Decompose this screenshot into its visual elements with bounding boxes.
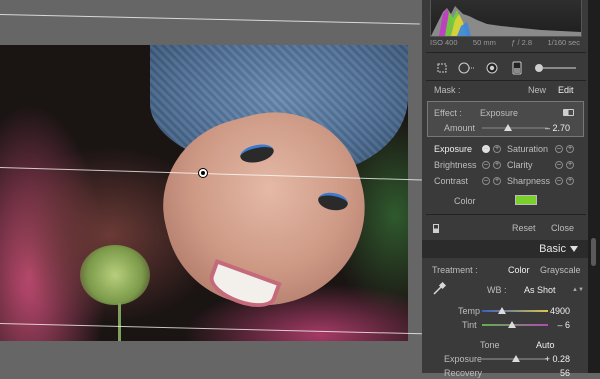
tint-row: Tint – 6 xyxy=(430,319,580,331)
graduated-filter-pin[interactable] xyxy=(198,168,208,178)
clarity-minus-button[interactable]: – xyxy=(555,161,563,169)
effect-dropdown[interactable]: Exposure xyxy=(480,108,518,118)
spot-removal-icon[interactable] xyxy=(457,61,477,75)
adjust-row-2: Brightness – + Clarity – + xyxy=(430,159,580,171)
photo-stem xyxy=(118,303,121,341)
divider xyxy=(426,80,586,81)
exposure-basic-row: Exposure + 0.28 xyxy=(430,353,580,365)
footer-row: Reset Close xyxy=(430,222,580,234)
temp-slider-knob[interactable] xyxy=(497,307,506,314)
crop-overlay-icon[interactable] xyxy=(432,61,452,75)
scrollbar-thumb[interactable] xyxy=(591,238,596,266)
brightness-plus-button[interactable]: + xyxy=(493,161,501,169)
sharpness-minus-button[interactable]: – xyxy=(555,177,563,185)
histogram-info: ISO 400 50 mm ƒ / 2.8 1/160 sec xyxy=(430,38,580,47)
photo-canvas[interactable] xyxy=(0,0,422,373)
clarity-plus-button[interactable]: + xyxy=(566,161,574,169)
panel-scrollbar[interactable] xyxy=(588,0,600,373)
effect-label: Effect : xyxy=(434,108,462,118)
tint-value[interactable]: – 6 xyxy=(557,320,570,330)
exposure-plus-button[interactable]: + xyxy=(493,145,501,153)
wb-row: WB : As Shot ▲▼ xyxy=(430,281,584,298)
tint-label: Tint xyxy=(462,320,477,330)
amount-value[interactable]: – 2.70 xyxy=(545,123,570,133)
recovery-label: Recovery xyxy=(444,368,483,378)
exposure-basic-value[interactable]: + 0.28 xyxy=(545,354,570,364)
exposure-basic-slider[interactable] xyxy=(482,355,548,362)
adjustment-brush-icon[interactable] xyxy=(532,61,578,75)
recovery-row: Recovery 56 xyxy=(430,367,580,379)
tone-row: Tone Auto xyxy=(430,339,580,351)
red-eye-icon[interactable] xyxy=(482,61,502,75)
exposure-minus-button[interactable]: – xyxy=(482,145,490,153)
tone-label: Tone xyxy=(480,340,500,350)
tint-slider[interactable] xyxy=(482,321,548,328)
divider xyxy=(426,214,586,215)
exposure-label: Exposure xyxy=(434,144,473,154)
aperture-readout: ƒ / 2.8 xyxy=(511,38,533,47)
iso-readout: ISO 400 xyxy=(430,38,458,47)
histogram xyxy=(430,0,582,37)
sharpness-label: Sharpness xyxy=(507,176,551,186)
switch-icon[interactable] xyxy=(433,223,439,233)
treatment-color-button[interactable]: Color xyxy=(508,265,530,275)
treatment-label: Treatment : xyxy=(432,265,478,275)
amount-slider-knob[interactable] xyxy=(504,124,513,131)
color-row: Color xyxy=(430,195,580,207)
mask-edit-button[interactable]: Edit xyxy=(558,85,574,95)
mask-row: Mask : New Edit xyxy=(430,84,580,96)
exposure-basic-label: Exposure xyxy=(444,354,483,364)
wb-dropdown[interactable]: As Shot xyxy=(524,285,556,295)
eyedropper-icon[interactable] xyxy=(432,281,447,298)
temp-label: Temp xyxy=(458,306,481,316)
divider xyxy=(426,52,586,53)
basic-title-row: Basic xyxy=(430,243,580,255)
effect-row: Effect : Exposure xyxy=(430,107,580,119)
histogram-graph xyxy=(431,6,581,36)
effect-toggle-icon[interactable] xyxy=(563,109,574,116)
mask-new-button[interactable]: New xyxy=(528,85,546,95)
temp-slider[interactable] xyxy=(482,307,548,314)
color-label: Color xyxy=(454,196,476,206)
amount-row: Amount – 2.70 xyxy=(430,122,580,134)
saturation-minus-button[interactable]: – xyxy=(555,145,563,153)
tint-slider-knob[interactable] xyxy=(507,321,516,328)
saturation-label: Saturation xyxy=(507,144,549,154)
shutter-readout: 1/160 sec xyxy=(547,38,580,47)
treatment-grayscale-button[interactable]: Grayscale xyxy=(540,265,581,275)
exposure-basic-slider-knob[interactable] xyxy=(512,355,521,362)
recovery-value[interactable]: 56 xyxy=(560,368,570,378)
auto-tone-button[interactable]: Auto xyxy=(536,340,555,350)
contrast-label: Contrast xyxy=(434,176,469,186)
amount-slider[interactable] xyxy=(482,124,548,131)
brightness-label: Brightness xyxy=(434,160,477,170)
reset-button[interactable]: Reset xyxy=(512,223,536,233)
treatment-row: Treatment : Color Grayscale xyxy=(430,264,581,276)
saturation-plus-button[interactable]: + xyxy=(566,145,574,153)
adjust-row-3: Contrast – + Sharpness – + xyxy=(430,175,580,187)
photo-flower xyxy=(80,245,150,305)
focal-length-readout: 50 mm xyxy=(472,38,496,47)
brightness-minus-button[interactable]: – xyxy=(482,161,490,169)
tool-strip xyxy=(430,60,580,76)
mask-label: Mask : xyxy=(434,85,461,95)
close-button[interactable]: Close xyxy=(551,223,574,233)
portrait-photo[interactable] xyxy=(0,45,408,341)
collapse-triangle-icon[interactable] xyxy=(570,246,578,252)
basic-title: Basic xyxy=(539,243,566,255)
clarity-label: Clarity xyxy=(507,160,533,170)
temp-value[interactable]: 4900 xyxy=(550,306,570,316)
sharpness-plus-button[interactable]: + xyxy=(566,177,574,185)
wb-dropdown-arrow-icon[interactable]: ▲▼ xyxy=(572,287,584,293)
color-swatch[interactable] xyxy=(515,195,537,205)
canvas-edge-line xyxy=(0,14,420,25)
contrast-minus-button[interactable]: – xyxy=(482,177,490,185)
graduated-filter-icon[interactable] xyxy=(507,61,527,75)
contrast-plus-button[interactable]: + xyxy=(493,177,501,185)
adjust-row-1: Exposure – + Saturation – + xyxy=(430,143,580,155)
wb-label: WB : xyxy=(487,285,507,295)
temp-row: Temp 4900 xyxy=(430,305,580,317)
amount-label: Amount xyxy=(444,123,476,133)
